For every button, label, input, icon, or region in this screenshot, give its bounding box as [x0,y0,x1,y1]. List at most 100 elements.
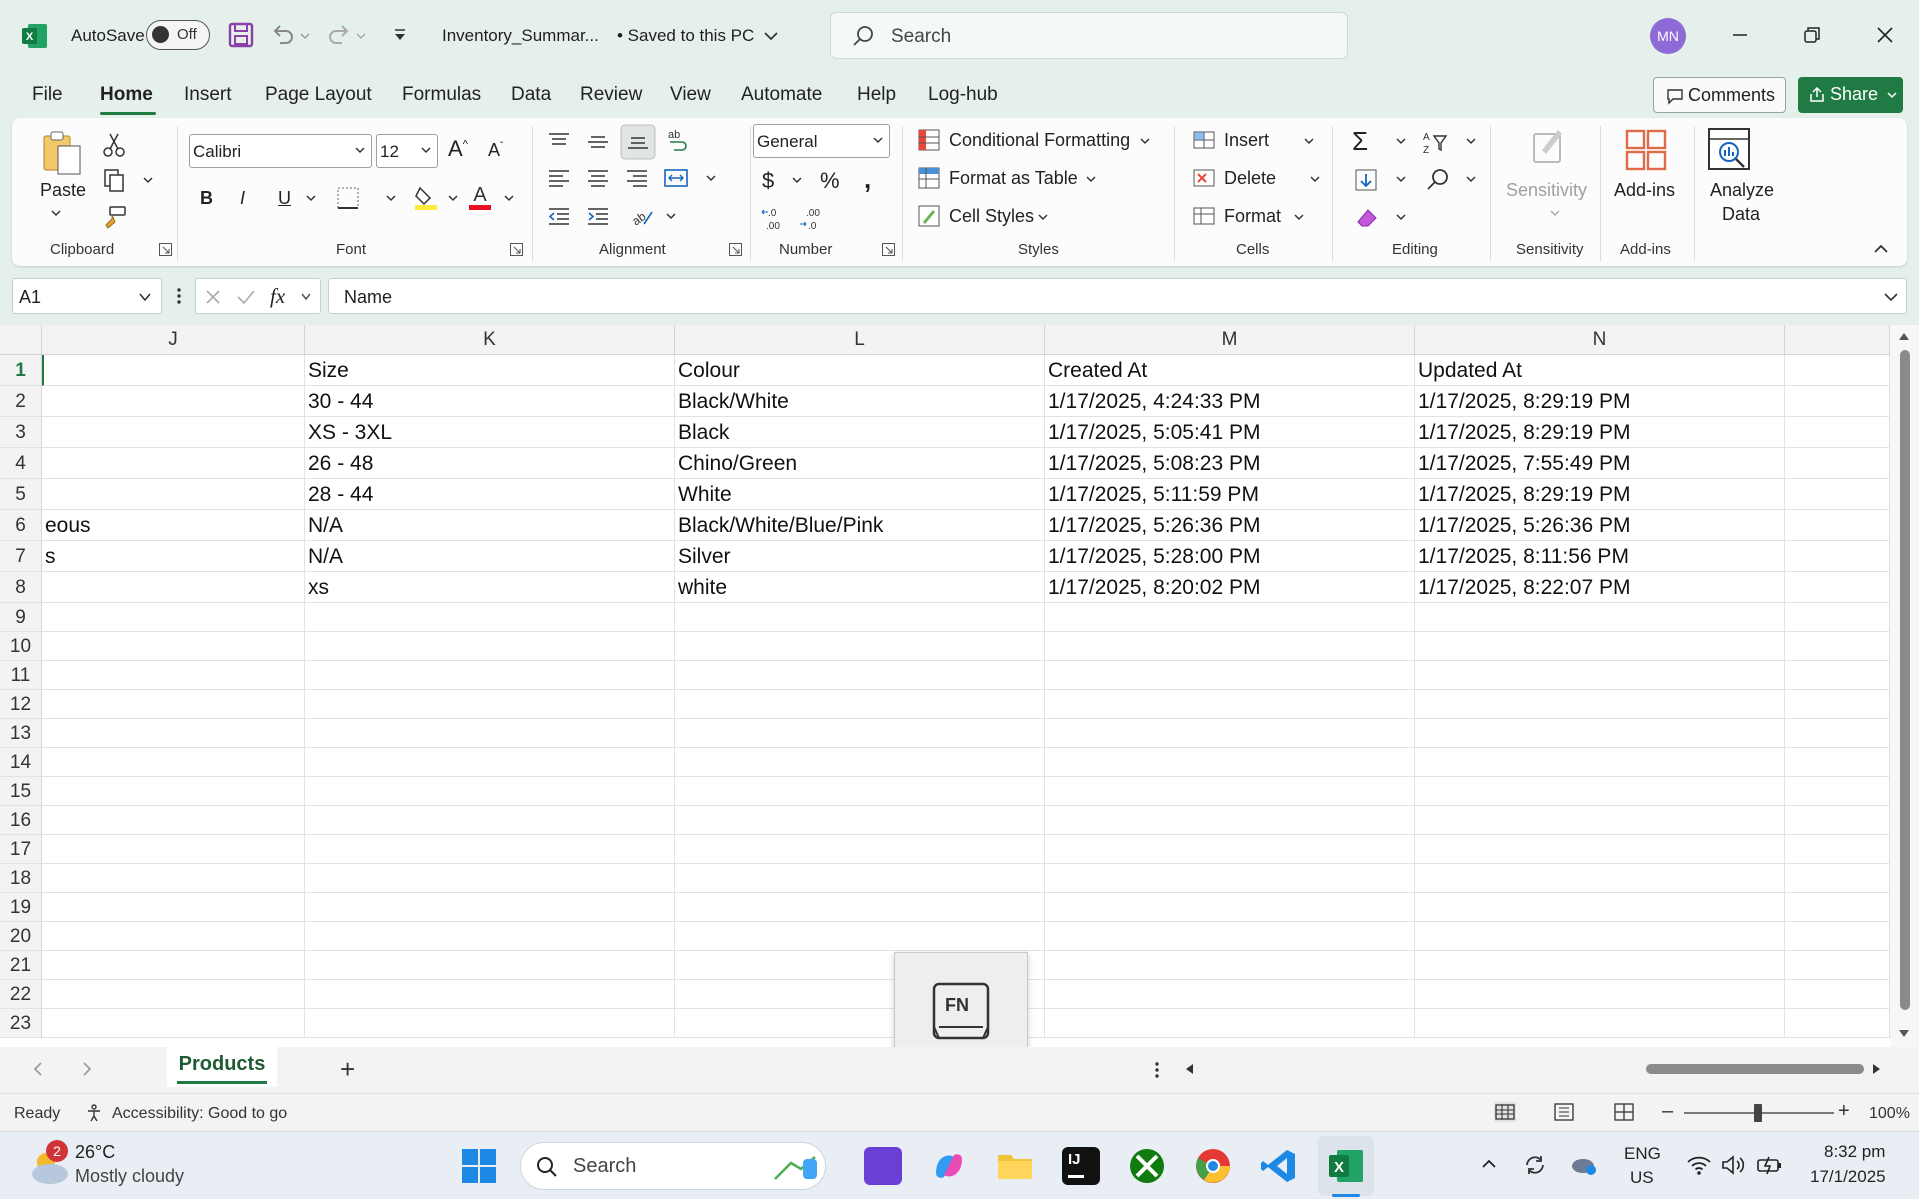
font-color-icon[interactable]: A [466,182,494,210]
table-cell[interactable] [1415,748,1785,777]
align-bottom-icon[interactable] [620,124,656,160]
font-launcher-icon[interactable] [510,243,523,256]
table-cell[interactable] [1415,922,1785,951]
volume-icon[interactable] [1720,1154,1746,1176]
chrome-icon[interactable] [1194,1147,1232,1185]
tab-formulas[interactable]: Formulas [402,84,481,106]
tab-insert[interactable]: Insert [184,84,232,106]
orientation-dropdown-icon[interactable] [664,208,678,224]
weather-condition[interactable]: Mostly cloudy [75,1166,184,1187]
table-cell[interactable]: 1/17/2025, 7:55:49 PM [1415,448,1785,479]
row-header[interactable]: 7 [0,541,42,572]
share-button[interactable]: Share [1798,77,1903,113]
zoom-in-button[interactable]: + [1838,1100,1850,1123]
clipboard-launcher-icon[interactable] [159,243,172,256]
zoom-slider[interactable] [1684,1104,1834,1122]
table-cell[interactable]: xs [305,572,675,603]
copy-dropdown-icon[interactable] [140,172,156,188]
zoom-slider-thumb[interactable] [1754,1104,1762,1122]
table-cell[interactable] [1785,748,1890,777]
column-header-overflow[interactable] [1785,325,1890,355]
file-explorer-icon[interactable] [996,1147,1034,1185]
table-cell[interactable] [42,1009,305,1038]
table-cell[interactable]: 1/17/2025, 5:26:36 PM [1415,510,1785,541]
table-cell[interactable] [1045,777,1415,806]
analyze-data-label-2[interactable]: Data [1722,204,1760,225]
currency-button[interactable]: $ [762,168,774,194]
collapse-ribbon-icon[interactable] [1872,242,1890,256]
table-cell[interactable]: XS - 3XL [305,417,675,448]
table-cell[interactable]: Black/White/Blue/Pink [675,510,1045,541]
paste-icon[interactable] [40,130,84,176]
table-cell[interactable] [1415,603,1785,632]
text-orientation-icon[interactable]: ab [628,202,656,230]
table-cell[interactable]: 1/17/2025, 5:26:36 PM [1045,510,1415,541]
format-as-table-icon[interactable] [917,166,941,190]
normal-view-icon[interactable] [1493,1101,1517,1123]
table-cell[interactable] [1785,893,1890,922]
table-cell[interactable]: Black/White [675,386,1045,417]
vscode-icon[interactable] [1260,1147,1298,1185]
table-cell[interactable] [42,386,305,417]
table-cell[interactable] [305,922,675,951]
table-cell[interactable] [305,748,675,777]
find-dropdown-icon[interactable] [1464,172,1478,186]
table-cell[interactable] [675,661,1045,690]
table-cell[interactable] [42,951,305,980]
fill-dropdown-icon[interactable] [1394,172,1408,186]
row-header[interactable]: 19 [0,893,42,922]
table-cell[interactable] [1785,417,1890,448]
table-cell[interactable]: 1/17/2025, 8:22:07 PM [1415,572,1785,603]
table-cell[interactable]: Created At [1045,355,1415,386]
formula-input[interactable]: Name [328,278,1907,314]
page-break-view-icon[interactable] [1613,1102,1635,1122]
clear-icon[interactable] [1352,204,1380,232]
table-cell[interactable] [1785,632,1890,661]
conditional-dropdown-icon[interactable] [1138,134,1152,148]
restore-icon[interactable] [1797,20,1827,50]
table-cell[interactable] [675,719,1045,748]
table-cell[interactable]: N/A [305,510,675,541]
table-cell[interactable] [42,632,305,661]
tab-automate[interactable]: Automate [741,84,822,106]
more-options-icon[interactable] [1150,1060,1164,1080]
table-cell[interactable] [1415,632,1785,661]
table-cell[interactable] [675,922,1045,951]
row-header[interactable]: 1 [0,355,42,386]
table-cell[interactable] [675,806,1045,835]
chevron-down-icon[interactable] [299,291,313,303]
table-cell[interactable] [1415,1009,1785,1038]
column-header-l[interactable]: L [675,325,1045,355]
table-cell[interactable] [42,777,305,806]
merge-center-icon[interactable] [662,164,690,192]
fill-icon[interactable] [1352,166,1380,194]
row-header[interactable]: 11 [0,661,42,690]
clock-date[interactable]: 17/1/2025 [1810,1167,1886,1187]
fill-color-dropdown-icon[interactable] [446,190,460,206]
find-select-icon[interactable] [1424,166,1452,194]
table-cell[interactable] [305,806,675,835]
table-cell[interactable] [1415,893,1785,922]
onedrive-icon[interactable] [1570,1152,1598,1178]
table-cell[interactable] [305,835,675,864]
minimize-icon[interactable] [1725,20,1755,50]
table-cell[interactable] [42,806,305,835]
table-cell[interactable] [1045,661,1415,690]
page-layout-view-icon[interactable] [1553,1102,1575,1122]
insert-dropdown-icon[interactable] [1302,134,1316,148]
table-cell[interactable]: eous [42,510,305,541]
bold-button[interactable]: B [200,188,213,209]
cell-styles-button[interactable]: Cell Styles [949,206,1034,227]
zoom-out-button[interactable]: – [1662,1100,1673,1123]
table-cell[interactable]: 1/17/2025, 5:05:41 PM [1045,417,1415,448]
align-right-icon[interactable] [623,164,651,192]
cancel-entry-icon[interactable] [204,288,222,306]
redo-icon[interactable] [326,22,352,48]
table-cell[interactable] [675,864,1045,893]
conditional-formatting-icon[interactable] [917,128,941,152]
table-cell[interactable] [1785,951,1890,980]
table-cell[interactable] [1785,980,1890,1009]
app-icon-purple[interactable] [864,1147,902,1185]
add-sheet-button[interactable]: + [340,1054,355,1085]
decrease-decimal-icon[interactable]: .00.0 [798,204,830,232]
